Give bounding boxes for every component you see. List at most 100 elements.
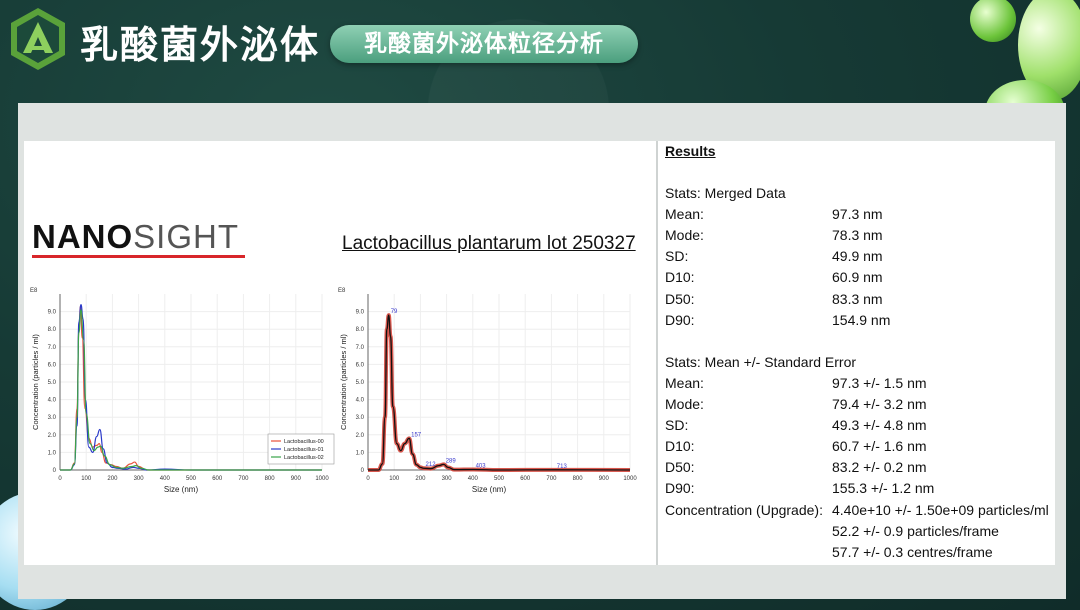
x-tick-label: 1000: [623, 476, 637, 482]
y-tick-label: 6.0: [48, 362, 57, 368]
x-tick-label: 500: [494, 476, 505, 482]
merged-stats-heading: Stats: Merged Data: [665, 185, 786, 202]
y-tick-label: 9.0: [356, 310, 365, 316]
peak-label: 157: [411, 432, 422, 438]
x-axis-label: Size (nm): [164, 485, 199, 494]
size-distribution-chart-replicates: E8 0 100 200 300 400 500 600 700 800 900 1000 0 1.0 2.…: [30, 288, 335, 494]
x-tick-label: 700: [546, 476, 557, 482]
stat-label: D50:: [665, 459, 695, 476]
stat-value: 78.3 nm: [832, 227, 883, 244]
stat-value: 4.40e+10 +/- 1.50e+09 particles/ml: [832, 501, 1049, 518]
stat-label: SD:: [665, 417, 689, 434]
peak-label: 79: [391, 309, 398, 315]
stat-row: Mode: 78.3 nm: [665, 225, 1055, 246]
y-tick-label: 1.0: [356, 450, 365, 456]
peak-label: 212: [426, 462, 437, 468]
x-tick-label: 100: [389, 476, 400, 482]
y-axis-label: Concentration (particles / ml): [339, 334, 348, 430]
x-tick-label: 800: [265, 476, 276, 482]
x-tick-label: 900: [599, 476, 610, 482]
stat-row: D10: 60.9 nm: [665, 267, 1055, 288]
y-tick-label: 8.0: [48, 327, 57, 333]
stat-value: 49.3 +/- 4.8 nm: [832, 417, 927, 434]
stat-label: D10:: [665, 438, 695, 455]
stat-value: 155.3 +/- 1.2 nm: [832, 480, 935, 497]
stat-label: D90:: [665, 311, 695, 328]
y-tick-label: 6.0: [356, 362, 365, 368]
y-tick-label: 4.0: [356, 398, 365, 404]
stat-value: 60.9 nm: [832, 269, 883, 286]
y-tick-label: 0: [361, 468, 365, 474]
peak-label: 289: [446, 458, 457, 464]
y-tick-label: 3.0: [356, 415, 365, 421]
x-tick-label: 0: [58, 476, 62, 482]
stat-row: D90: 154.9 nm: [665, 310, 1055, 331]
stat-value: 97.3 nm: [832, 206, 883, 223]
legend-entry: Lactobacillus-02: [284, 455, 324, 461]
stat-value: 154.9 nm: [832, 311, 891, 328]
stat-row: D50: 83.2 +/- 0.2 nm: [665, 457, 1055, 478]
nanosight-logo: NANOSIGHT: [32, 218, 239, 256]
stat-label: Mode:: [665, 227, 704, 244]
se-stats-heading: Stats: Mean +/- Standard Error: [665, 353, 857, 370]
y-tick-label: 2.0: [48, 433, 57, 439]
stat-label: Mean:: [665, 206, 704, 223]
y-tick-label: 5.0: [356, 380, 365, 386]
x-tick-label: 300: [134, 476, 145, 482]
x-tick-label: 600: [212, 476, 223, 482]
y-tick-label: 7.0: [356, 345, 365, 351]
peak-label: 713: [557, 464, 568, 470]
x-axis-label: Size (nm): [472, 485, 507, 494]
nanosight-logo-underline: [32, 255, 245, 258]
x-tick-label: 700: [238, 476, 249, 482]
x-tick-label: 200: [415, 476, 426, 482]
y-tick-label: 9.0: [48, 310, 57, 316]
nanosight-logo-light: SIGHT: [133, 218, 240, 255]
stat-row: SD: 49.9 nm: [665, 246, 1055, 267]
x-tick-label: 300: [442, 476, 453, 482]
stat-label: Mean:: [665, 374, 704, 391]
stat-value: 83.2 +/- 0.2 nm: [832, 459, 927, 476]
results-panel: Results Stats: Merged Data Mean: 97.3 nm M…: [665, 141, 1055, 563]
y-tick-label: 2.0: [356, 433, 365, 439]
x-tick-label: 400: [468, 476, 479, 482]
column-divider: [656, 141, 658, 565]
x-tick-label: 800: [573, 476, 584, 482]
x-tick-label: 200: [107, 476, 118, 482]
y-tick-label: 3.0: [48, 415, 57, 421]
stat-value: 52.2 +/- 0.9 particles/frame: [832, 522, 999, 539]
stat-value: 60.7 +/- 1.6 nm: [832, 438, 927, 455]
stat-value: 49.9 nm: [832, 248, 883, 265]
company-logo-icon: [11, 8, 65, 70]
section-pill: 乳酸菌外泌体粒径分析: [330, 25, 638, 63]
x-tick-label: 0: [366, 476, 370, 482]
y-exponent-label: E8: [30, 288, 38, 294]
stat-row: D10: 60.7 +/- 1.6 nm: [665, 436, 1055, 457]
stat-row: 57.7 +/- 0.3 centres/frame: [665, 542, 1055, 563]
x-tick-label: 600: [520, 476, 531, 482]
stat-row: D50: 83.3 nm: [665, 289, 1055, 310]
stat-label: SD:: [665, 248, 689, 265]
y-axis-label: Concentration (particles / ml): [31, 334, 40, 430]
x-tick-label: 100: [81, 476, 92, 482]
stat-row: Mode: 79.4 +/- 3.2 nm: [665, 394, 1055, 415]
size-distribution-chart-merged: E8 0 100 200 300 400 500 600 700 800 900 1000 0 1.0 2.…: [338, 288, 637, 494]
stat-row: Mean: 97.3 nm: [665, 204, 1055, 225]
nanosight-logo-bold: NANO: [32, 218, 134, 255]
stat-value: 79.4 +/- 3.2 nm: [832, 396, 927, 413]
y-tick-label: 8.0: [356, 327, 365, 333]
x-tick-label: 400: [160, 476, 171, 482]
stat-row: Concentration (Upgrade): 4.40e+10 +/- 1.5…: [665, 500, 1055, 521]
brand-title: 乳酸菌外泌体: [80, 23, 321, 67]
peak-label: 403: [476, 463, 487, 469]
stat-label: Concentration (Upgrade):: [665, 501, 823, 518]
x-tick-label: 1000: [315, 476, 329, 482]
x-tick-label: 500: [186, 476, 197, 482]
y-exponent-label: E8: [338, 288, 346, 294]
stat-label: Mode:: [665, 396, 704, 413]
y-tick-label: 4.0: [48, 398, 57, 404]
stat-row: 52.2 +/- 0.9 particles/frame: [665, 521, 1055, 542]
stat-row: Mean: 97.3 +/- 1.5 nm: [665, 373, 1055, 394]
y-tick-label: 5.0: [48, 380, 57, 386]
y-tick-label: 1.0: [48, 450, 57, 456]
